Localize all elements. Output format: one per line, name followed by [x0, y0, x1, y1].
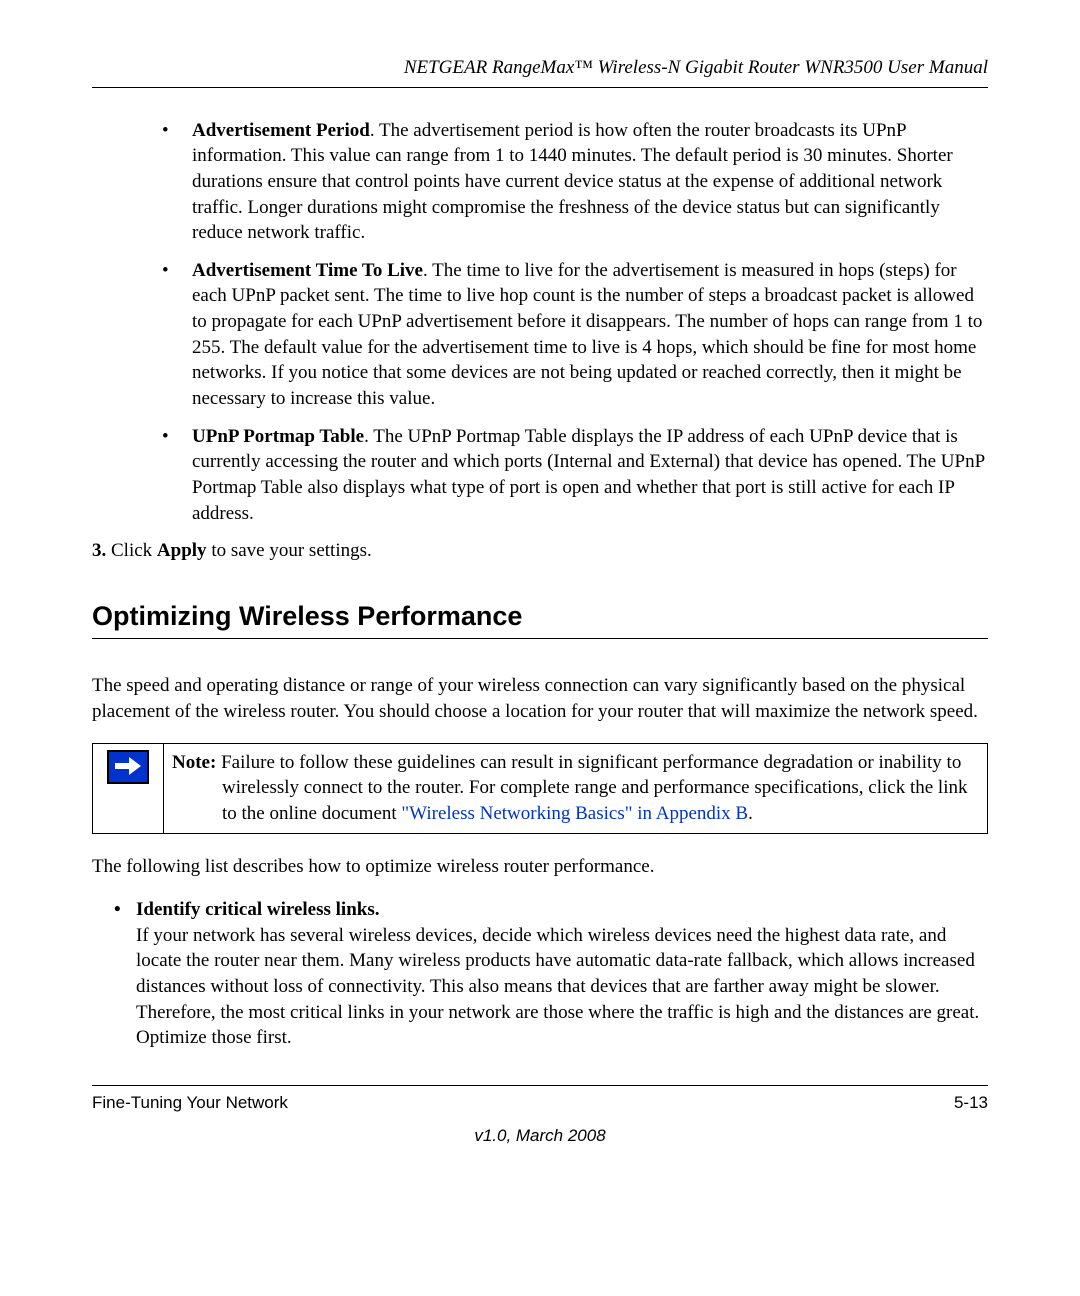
list-item: UPnP Portmap Table. The UPnP Portmap Tab…: [152, 424, 988, 527]
footer-row: Fine-Tuning Your Network 5-13: [92, 1092, 988, 1115]
step-text-post: to save your settings.: [207, 540, 372, 561]
footer-page-number: 5-13: [954, 1092, 988, 1115]
note-icon-cell: [93, 743, 164, 833]
page-header-title: NETGEAR RangeMax™ Wireless-N Gigabit Rou…: [92, 55, 988, 81]
list-item: Advertisement Time To Live. The time to …: [152, 258, 988, 412]
section-intro: The speed and operating distance or rang…: [92, 673, 988, 724]
note-content: Note: Failure to follow these guidelines…: [164, 743, 988, 833]
header-rule: [92, 87, 988, 88]
section-rule: [92, 638, 988, 639]
list-item: Identify critical wireless links. If you…: [114, 897, 988, 1051]
document-page: NETGEAR RangeMax™ Wireless-N Gigabit Rou…: [0, 0, 1080, 1188]
note-label: Note:: [172, 752, 216, 773]
definition-text: . The time to live for the advertisement…: [192, 260, 982, 409]
upnp-definitions-list: Advertisement Period. The advertisement …: [92, 118, 988, 527]
optimization-term: Identify critical wireless links.: [136, 899, 379, 920]
list-item: Advertisement Period. The advertisement …: [152, 118, 988, 246]
optimization-text: If your network has several wireless dev…: [136, 925, 979, 1049]
footer-rule: [92, 1085, 988, 1086]
step-3: 3. Click Apply to save your settings.: [92, 538, 988, 564]
note-body-post: .: [748, 803, 753, 824]
section-heading: Optimizing Wireless Performance: [92, 598, 988, 634]
definition-term: UPnP Portmap Table: [192, 426, 364, 447]
definition-term: Advertisement Period: [192, 120, 370, 141]
step-text-bold: Apply: [157, 540, 207, 561]
footer-version: v1.0, March 2008: [92, 1125, 988, 1148]
definition-term: Advertisement Time To Live: [192, 260, 423, 281]
appendix-link[interactable]: "Wireless Networking Basics" in Appendix…: [401, 803, 748, 824]
arrow-right-icon: [107, 750, 149, 784]
optimization-list: Identify critical wireless links. If you…: [92, 897, 988, 1051]
footer-chapter: Fine-Tuning Your Network: [92, 1092, 288, 1115]
step-text-pre: Click: [111, 540, 157, 561]
followup-text: The following list describes how to opti…: [92, 854, 988, 880]
step-number: 3.: [92, 540, 106, 561]
note-box: Note: Failure to follow these guidelines…: [92, 743, 988, 834]
